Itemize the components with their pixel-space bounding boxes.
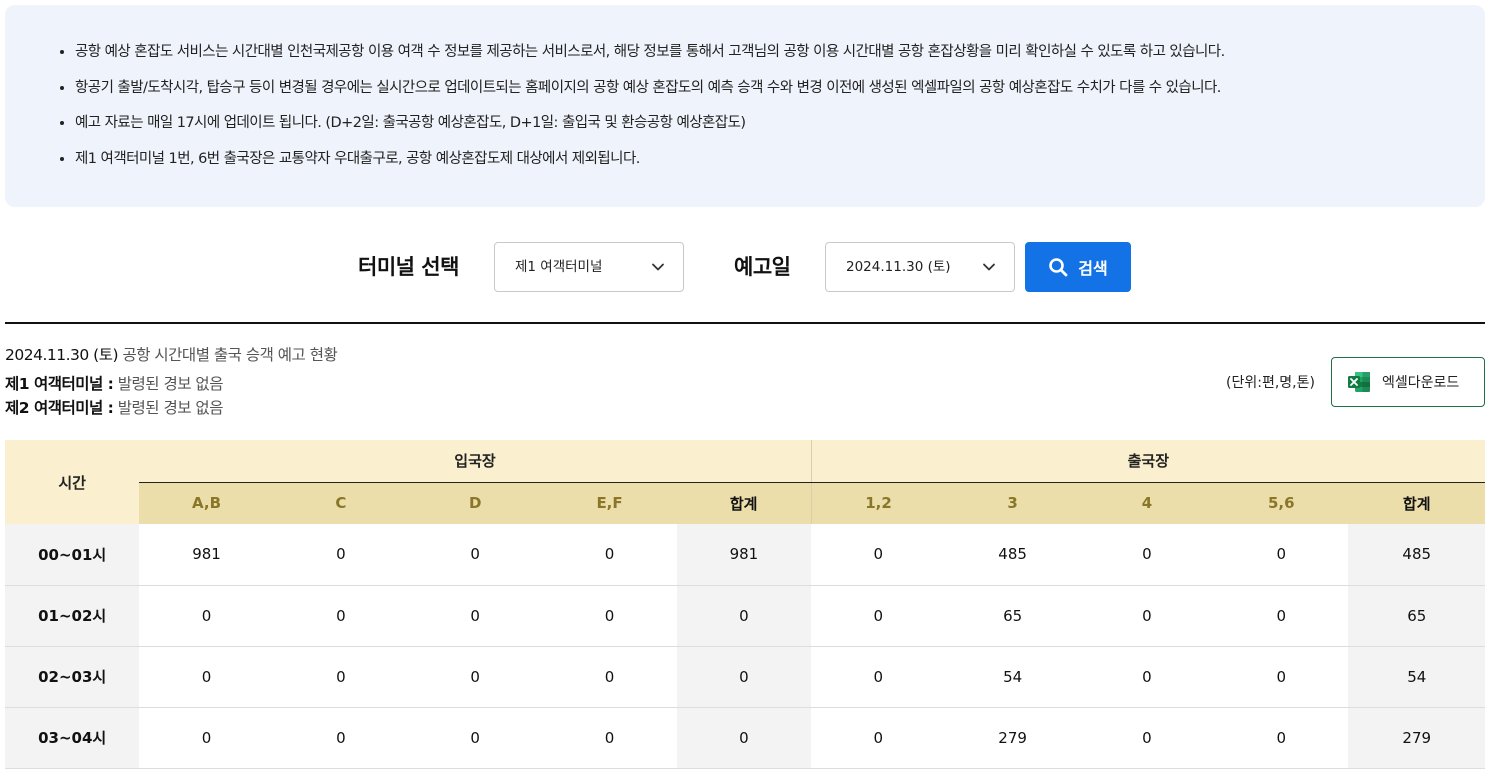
total-cell: 485 bbox=[1348, 524, 1485, 586]
notice-item: 제1 여객터미널 1번, 6번 출국장은 교통약자 우대출구로, 공항 예상혼잡… bbox=[75, 142, 1485, 178]
total-cell: 279 bbox=[1348, 707, 1485, 769]
table-cell: 0 bbox=[408, 585, 543, 647]
table-cell: 0 bbox=[542, 524, 677, 586]
table-cell: 0 bbox=[542, 707, 677, 769]
total-cell: 0 bbox=[676, 585, 812, 647]
table-row: 02~03시 0 0 0 0 0 0 54 0 0 54 bbox=[5, 646, 1485, 708]
table-cell: 279 bbox=[945, 707, 1080, 769]
table-cell: 0 bbox=[139, 707, 274, 769]
table-cell: 0 bbox=[811, 524, 946, 586]
table-cell: 0 bbox=[811, 585, 946, 647]
terminal-select-value: 제1 여객터미널 bbox=[515, 259, 603, 275]
column-header: 4 bbox=[1079, 482, 1215, 524]
table-cell: 0 bbox=[1214, 585, 1349, 647]
terminal2-status: 발령된 경보 없음 bbox=[117, 399, 224, 417]
time-cell: 03~04시 bbox=[5, 707, 140, 769]
table-cell: 0 bbox=[139, 585, 274, 647]
table-cell: 54 bbox=[945, 646, 1080, 708]
forecast-info: 2024.11.30 (토) 공항 시간대별 출국 승객 예고 현황 제1 여객… bbox=[5, 343, 338, 420]
table-cell: 0 bbox=[1079, 646, 1215, 708]
notice-item: 공항 예상 혼잡도 서비스는 시간대별 인천국제공항 이용 여객 수 정보를 제… bbox=[75, 35, 1485, 71]
search-button-label: 검색 bbox=[1078, 259, 1108, 278]
table-header-row: 시간 입국장 출국장 bbox=[5, 440, 1485, 524]
column-header: C bbox=[273, 482, 409, 524]
search-button[interactable]: 검색 bbox=[1025, 242, 1131, 292]
table-cell: 485 bbox=[945, 524, 1080, 586]
terminal1-name: 제1 여객터미널 : bbox=[5, 375, 114, 393]
column-header: D bbox=[408, 482, 543, 524]
table-subheader-row: A,B C D E,F 합계 1,2 3 4 5,6 합계 bbox=[5, 482, 1485, 524]
forecast-title-text: 공항 시간대별 출국 승객 예고 현황 bbox=[122, 346, 338, 364]
table-row: 03~04시 0 0 0 0 0 0 279 0 0 279 bbox=[5, 707, 1485, 769]
table-row: 00~01시 981 0 0 0 981 0 485 0 0 485 bbox=[5, 524, 1485, 586]
table-cell: 0 bbox=[1214, 646, 1349, 708]
chevron-down-icon bbox=[652, 263, 664, 271]
total-cell: 0 bbox=[676, 707, 812, 769]
table-cell: 0 bbox=[542, 646, 677, 708]
chevron-down-icon bbox=[983, 263, 995, 271]
terminal2-name: 제2 여객터미널 : bbox=[5, 399, 114, 417]
table-cell: 0 bbox=[139, 646, 274, 708]
terminal-select[interactable]: 제1 여객터미널 bbox=[494, 242, 684, 292]
departure-group-header: 출국장 bbox=[811, 440, 1485, 483]
column-header: 5,6 bbox=[1214, 482, 1349, 524]
table-cell: 0 bbox=[1214, 524, 1349, 586]
terminal1-status-line: 제1 여객터미널 : 발령된 경보 없음 bbox=[5, 372, 337, 396]
section-divider bbox=[5, 322, 1485, 324]
table-cell: 0 bbox=[811, 646, 946, 708]
time-cell: 02~03시 bbox=[5, 646, 140, 708]
table-cell: 0 bbox=[273, 707, 409, 769]
excel-download-label: 엑셀다운로드 bbox=[1382, 375, 1460, 391]
column-header: 합계 bbox=[676, 482, 812, 524]
notice-box: 공항 예상 혼잡도 서비스는 시간대별 인천국제공항 이용 여객 수 정보를 제… bbox=[5, 5, 1485, 207]
forecast-date: 2024.11.30 (토) bbox=[5, 346, 119, 364]
notice-item: 예고 자료는 매일 17시에 업데이트 됩니다. (D+2일: 출국공항 예상혼… bbox=[75, 106, 1485, 142]
column-header: 3 bbox=[945, 482, 1080, 524]
excel-download-button[interactable]: 엑셀다운로드 bbox=[1331, 357, 1485, 407]
time-cell: 00~01시 bbox=[5, 524, 140, 586]
table-cell: 65 bbox=[945, 585, 1080, 647]
table-cell: 0 bbox=[273, 585, 409, 647]
column-header: E,F bbox=[542, 482, 677, 524]
table-row: 01~02시 0 0 0 0 0 0 65 0 0 65 bbox=[5, 585, 1485, 647]
passenger-forecast-table: 시간 입국장 출국장 A,B C D E,F 합계 1,2 3 4 5,6 합계… bbox=[5, 440, 1485, 769]
table-cell: 0 bbox=[1079, 707, 1215, 769]
table-cell: 0 bbox=[811, 707, 946, 769]
notice-list: 공항 예상 혼잡도 서비스는 시간대별 인천국제공항 이용 여객 수 정보를 제… bbox=[55, 35, 1485, 177]
table-cell: 0 bbox=[1214, 707, 1349, 769]
table-cell: 0 bbox=[542, 585, 677, 647]
table-cell: 0 bbox=[273, 524, 409, 586]
table-cell: 0 bbox=[408, 646, 543, 708]
table-cell: 0 bbox=[273, 646, 409, 708]
total-cell: 65 bbox=[1348, 585, 1485, 647]
table-cell: 0 bbox=[1079, 524, 1215, 586]
table-cell: 0 bbox=[408, 707, 543, 769]
column-header: 합계 bbox=[1348, 482, 1485, 524]
date-select[interactable]: 2024.11.30 (토) bbox=[825, 242, 1015, 292]
table-cell: 981 bbox=[139, 524, 274, 586]
date-select-value: 2024.11.30 (토) bbox=[846, 259, 951, 275]
total-cell: 54 bbox=[1348, 646, 1485, 708]
time-cell: 01~02시 bbox=[5, 585, 140, 647]
search-bar: 터미널 선택 제1 여객터미널 예고일 2024.11.30 (토) 검색 bbox=[0, 242, 1488, 292]
time-column-header: 시간 bbox=[5, 440, 140, 524]
date-select-label: 예고일 bbox=[734, 255, 791, 279]
table-cell: 0 bbox=[408, 524, 543, 586]
terminal-select-label: 터미널 선택 bbox=[358, 255, 459, 279]
notice-item: 항공기 출발/도착시각, 탑승구 등이 변경될 경우에는 실시간으로 업데이트되… bbox=[75, 71, 1485, 107]
column-header: 1,2 bbox=[811, 482, 946, 524]
total-cell: 0 bbox=[676, 646, 812, 708]
terminal1-status: 발령된 경보 없음 bbox=[117, 375, 224, 393]
table-cell: 0 bbox=[1079, 585, 1215, 647]
total-cell: 981 bbox=[676, 524, 812, 586]
search-icon bbox=[1049, 258, 1068, 277]
terminal2-status-line: 제2 여객터미널 : 발령된 경보 없음 bbox=[5, 396, 337, 420]
arrival-group-header: 입국장 bbox=[139, 440, 812, 483]
forecast-title: 2024.11.30 (토) 공항 시간대별 출국 승객 예고 현황 bbox=[5, 343, 338, 365]
excel-icon bbox=[1348, 372, 1370, 392]
column-header: A,B bbox=[139, 482, 274, 524]
unit-label: (단위:편,명,톤) bbox=[1226, 375, 1315, 391]
